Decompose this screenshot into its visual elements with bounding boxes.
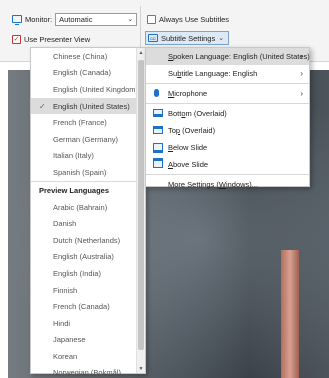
language-item-label: Korean [53,351,78,361]
monitor-icon [12,15,22,25]
subtitle-settings-label: Subtitle Settings [161,33,216,43]
more-label: indows)... [225,180,259,189]
language-item[interactable]: Italian (Italy) [31,148,145,165]
microphone-icon [154,89,159,97]
checkbox-unchecked-icon [147,14,156,24]
checkmark-icon: ✓ [39,101,46,111]
subtitle-settings-button[interactable]: CC Subtitle Settings ⌄ [145,31,230,45]
checkbox-checked-icon: ✓ [12,34,21,44]
more-accesskey: W [218,180,226,189]
language-item[interactable]: Finnish [31,282,145,299]
below-label: elow Slide [173,143,208,152]
menu-item-top-overlaid[interactable]: Top (Overlaid) [146,122,309,139]
menu-item-microphone[interactable]: Microphone › [146,85,309,102]
language-item-label: English (India) [53,268,101,278]
monitor-label: Monitor: [25,14,53,24]
spoken-label: poken Language: English (United States) [173,52,310,61]
language-item[interactable]: Korean [31,348,145,365]
menu-divider [146,174,309,175]
mic-label: icrophone [174,89,208,98]
language-item-label: Finnish [53,285,78,295]
scroll-up-icon[interactable]: ▲ [137,48,145,57]
preview-language-items: Arabic (Bahrain) Danish Dutch (Netherlands… [31,199,145,378]
language-item[interactable]: Dutch (Netherlands) [31,232,145,249]
language-item-label: Danish [53,219,77,229]
above-label: bove Slide [173,160,209,169]
language-item-label: Spanish (Spain) [53,167,107,177]
language-item-label: Dutch (Netherlands) [53,235,121,245]
language-item-label: Japanese [53,335,86,345]
language-item[interactable]: English (India) [31,265,145,282]
language-item-label: English (Australia) [53,252,114,262]
ribbon-divider [140,6,141,50]
language-list: Chinese (China) English (Canada) English (… [30,47,146,377]
language-item-label: French (Canada) [53,302,110,312]
presenter-view-checkbox[interactable]: ✓ Use Presenter View [12,32,90,46]
bottom-label-pre: Bott [168,109,182,118]
language-item-label: French (France) [53,118,107,128]
subtitles-icon: CC [148,34,158,42]
always-subtitles-label: Always Use Subtitles [159,14,230,24]
top-overlaid-icon [153,126,163,134]
language-item-label: English (United States) [53,101,130,111]
menu-divider [146,83,309,84]
menu-item-bottom-overlaid[interactable]: Bottom (Overlaid) [146,105,309,122]
language-item[interactable]: Chinese (China) [31,48,145,65]
monitor-select-value: Automatic [59,14,93,24]
above-slide-icon [153,160,163,168]
presenter-view-label: Use Presenter View [24,34,91,44]
below-slide-icon [153,143,163,151]
language-items: Chinese (China) English (Canada) English (… [31,48,145,181]
menu-divider [146,103,309,104]
language-item[interactable]: English (Australia) [31,249,145,266]
language-list-scrollbar[interactable]: ▲ ▼ [136,48,145,373]
language-item[interactable]: Danish [31,215,145,232]
language-item[interactable]: Japanese [31,332,145,349]
chevron-right-icon: › [300,52,303,61]
top-label: (Overlaid) [180,126,216,135]
language-item[interactable]: French (France) [31,114,145,131]
subtitle-lang-label: title Language: English [181,69,258,78]
language-item-label: German (Germany) [53,134,119,144]
language-item[interactable]: Arabic (Bahrain) [31,199,145,216]
language-item-label: Italian (Italy) [53,151,94,161]
language-item-label: Arabic (Bahrain) [53,202,108,212]
bottom-overlaid-icon [153,109,163,117]
bottom-label: m (Overlaid) [185,109,227,118]
subtitle-lang-label-pre: Su [168,69,178,78]
chevron-right-icon: › [300,69,303,78]
scroll-down-icon[interactable]: ▼ [137,364,145,373]
language-item-label: English (United Kingdom) [53,84,139,94]
language-item-label: English (Canada) [53,68,111,78]
monitor-group: Monitor: Automatic ⌄ [12,12,138,26]
language-item-label: Norwegian (Bokmål) [53,368,121,378]
chevron-down-icon: ⌄ [218,35,225,42]
language-item[interactable]: Spanish (Spain) [31,164,145,181]
language-item[interactable]: English (United Kingdom) [31,81,145,98]
language-item[interactable]: French (Canada) [31,298,145,315]
monitor-select[interactable]: Automatic ⌄ [55,12,138,26]
always-subtitles-checkbox[interactable]: Always Use Subtitles [147,12,229,26]
chevron-right-icon: › [300,89,303,98]
language-item-label: Hindi [53,318,71,328]
language-item[interactable]: English (Canada) [31,65,145,82]
more-label-pre: More Settings ( [168,180,219,189]
slide-pole [281,250,299,378]
language-item[interactable]: ✓ English (United States) [31,97,145,115]
top-label-pre: To [168,126,176,135]
language-item[interactable]: German (Germany) [31,131,145,148]
menu-item-subtitle-language[interactable]: Subtitle Language: English › [146,65,309,82]
preview-languages-header: Preview Languages [31,180,145,199]
language-item[interactable]: Norwegian (Bokmål) [31,365,145,378]
subtitle-settings-menu: Spoken Language: English (United States)… [145,47,310,189]
menu-item-more-settings[interactable]: More Settings (Windows)... [146,176,309,193]
language-item[interactable]: Hindi [31,315,145,332]
menu-item-below-slide[interactable]: Below Slide [146,139,309,156]
menu-item-above-slide[interactable]: Above Slide [146,156,309,173]
chevron-down-icon: ⌄ [127,16,134,23]
language-item-label: Chinese (China) [53,51,108,61]
scrollbar-thumb[interactable] [138,60,144,350]
menu-item-spoken-language[interactable]: Spoken Language: English (United States)… [146,48,310,65]
